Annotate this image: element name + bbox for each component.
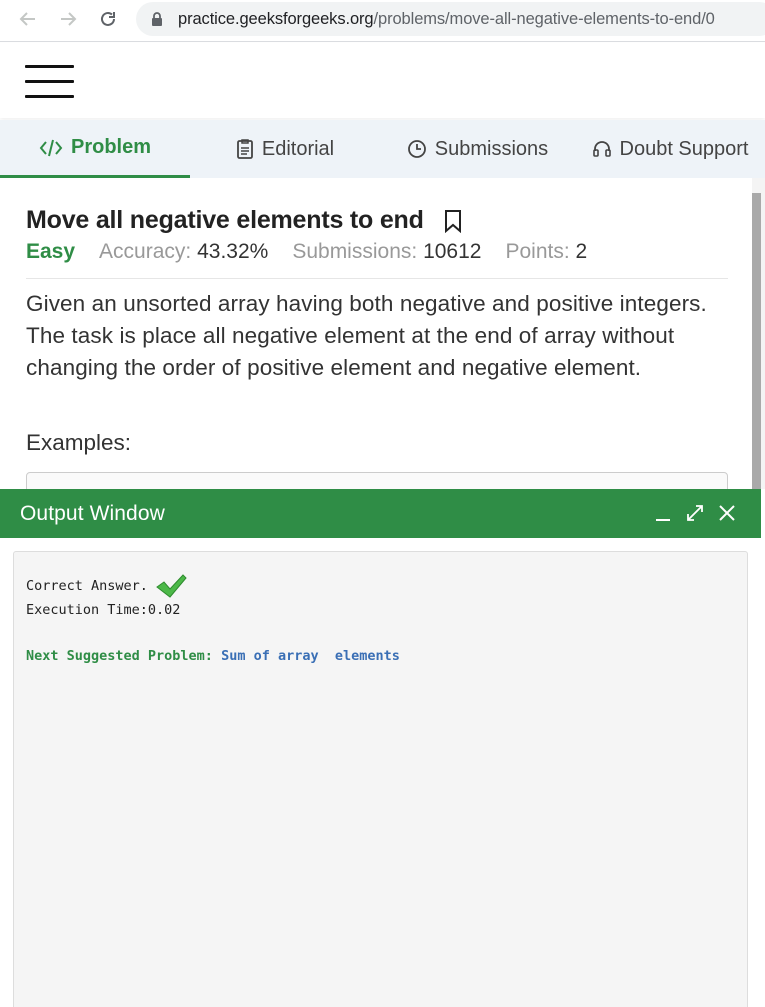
- next-suggested-link[interactable]: Sum of array elements: [221, 648, 400, 664]
- title-row: Move all negative elements to end: [26, 206, 462, 235]
- tab-label: Problem: [70, 136, 152, 158]
- problem-title: Move all negative elements to end: [26, 206, 424, 234]
- lock-icon: [152, 12, 162, 26]
- tab-problem[interactable]: Problem: [0, 120, 190, 178]
- problem-description: Given an unsorted array having both nega…: [26, 291, 707, 380]
- output-window: Output Window Correct Answer. Execution …: [0, 489, 765, 1007]
- output-window-header: Output Window: [0, 489, 761, 538]
- submissions-stat: Submissions: 10612: [292, 240, 482, 263]
- minimize-icon[interactable]: [651, 501, 675, 525]
- url-path: /problems/move-all-negative-elements-to-…: [373, 10, 715, 28]
- problem-meta: Easy Accuracy: 43.32% Submissions: 10612…: [26, 240, 587, 264]
- output-window-title: Output Window: [20, 502, 165, 525]
- site-header: [0, 43, 765, 118]
- tab-label: Editorial: [261, 137, 335, 160]
- browser-toolbar: practice.geeksforgeeks.org/problems/move…: [0, 0, 765, 42]
- headset-icon: [592, 141, 611, 157]
- difficulty-badge: Easy: [26, 240, 76, 263]
- address-bar[interactable]: practice.geeksforgeeks.org/problems/move…: [136, 2, 765, 36]
- problem-tabs: Problem Editorial Submissions Doubt Supp…: [0, 120, 765, 178]
- examples-heading: Examples:: [26, 430, 132, 455]
- bookmark-icon[interactable]: [444, 209, 462, 233]
- forward-arrow-icon[interactable]: [56, 7, 80, 31]
- url-text: practice.geeksforgeeks.org/problems/move…: [178, 10, 715, 29]
- scrollbar-thumb[interactable]: [752, 193, 761, 493]
- tab-submissions[interactable]: Submissions: [380, 120, 575, 178]
- tab-label: Doubt Support: [619, 137, 749, 160]
- document-icon: [236, 139, 253, 159]
- code-icon: [39, 139, 63, 156]
- output-panel: Correct Answer. Execution Time:0.02 Next…: [13, 551, 748, 1007]
- next-suggested-label: Next Suggested Problem:: [26, 648, 213, 664]
- next-suggested-problem: Next Suggested Problem: Sum of array ele…: [26, 648, 400, 664]
- problem-content: Move all negative elements to end Easy A…: [0, 178, 752, 498]
- tab-editorial[interactable]: Editorial: [190, 120, 380, 178]
- expand-icon[interactable]: [683, 501, 707, 525]
- checkmark-icon: [156, 574, 187, 598]
- hamburger-menu-icon[interactable]: [25, 65, 74, 98]
- accuracy-stat: Accuracy: 43.32%: [99, 240, 269, 263]
- url-host: practice.geeksforgeeks.org: [178, 10, 374, 28]
- tab-doubt-support[interactable]: Doubt Support: [575, 120, 765, 178]
- clock-icon: [407, 140, 426, 158]
- close-icon[interactable]: [715, 501, 739, 525]
- reload-icon[interactable]: [96, 7, 120, 31]
- back-arrow-icon[interactable]: [16, 7, 40, 31]
- result-text: Correct Answer.: [26, 578, 148, 594]
- points-stat: Points: 2: [505, 240, 588, 263]
- divider: [26, 278, 728, 279]
- tab-label: Submissions: [434, 137, 549, 160]
- result-line: Correct Answer.: [26, 572, 188, 600]
- execution-time: Execution Time:0.02: [26, 602, 181, 618]
